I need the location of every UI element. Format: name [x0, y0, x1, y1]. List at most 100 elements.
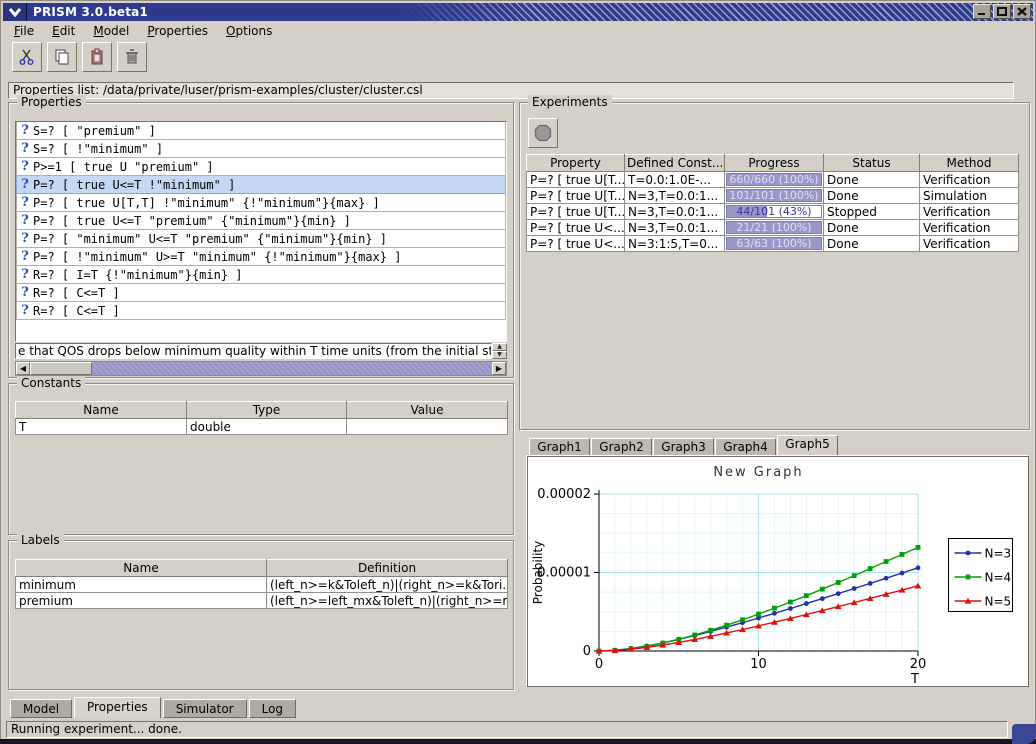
scroll-left-button[interactable]: ◀ — [16, 362, 30, 375]
experiments-header-status[interactable]: Status — [824, 155, 920, 172]
experiments-header-method[interactable]: Method — [920, 155, 1019, 172]
experiment-row[interactable]: P=? [ true U[T...N=3,T=0.0:1...101/101 (… — [527, 188, 1019, 204]
experiment-property: P=? [ true U<... — [527, 236, 625, 252]
cut-button[interactable] — [12, 42, 42, 72]
label-row[interactable]: premium(left_n>=left_mx&Toleft_n)|(right… — [16, 593, 508, 609]
main-tabs: ModelPropertiesSimulatorLog — [10, 697, 298, 718]
experiment-row[interactable]: P=? [ true U<...N=3:1:5,T=0...63/63 (100… — [527, 236, 1019, 252]
minimize-button[interactable] — [973, 4, 991, 19]
experiment-row[interactable]: P=? [ true U<...N=3,T=0.0:1...21/21 (100… — [527, 220, 1019, 236]
property-list-item[interactable]: ?S=? [ "premium" ] — [16, 122, 506, 140]
menu-file[interactable]: File — [6, 23, 42, 39]
experiments-header-property[interactable]: Property — [527, 155, 625, 172]
svg-text:N=5: N=5 — [985, 595, 1012, 609]
property-list-item[interactable]: ?P=? [ "minimum" U<=T "premium" {"minimu… — [16, 230, 506, 248]
properties-group-title: Properties — [17, 95, 86, 109]
experiment-progress: 21/21 (100%) — [725, 220, 824, 236]
tab-graph3[interactable]: Graph3 — [653, 438, 714, 456]
copy-icon — [53, 48, 71, 66]
question-icon: ? — [17, 195, 33, 210]
constant-row[interactable]: Tdouble — [16, 419, 508, 435]
property-text: P=? [ !"minimum" U>=T "minimum" {!"minim… — [33, 250, 401, 264]
scroll-right-button[interactable]: ▶ — [492, 362, 506, 375]
property-list-item[interactable]: ?P=? [ true U<=T "premium" {"minimum"}{m… — [16, 212, 506, 230]
property-text: P=? [ true U<=T "premium" {"minimum"}{mi… — [33, 214, 351, 228]
maximize-button[interactable] — [993, 4, 1011, 19]
progress-bar: 63/63 (100%) — [726, 237, 822, 250]
svg-text:N=3: N=3 — [985, 547, 1012, 561]
scrollbar-track[interactable] — [92, 362, 492, 375]
labels-group-title: Labels — [17, 533, 64, 547]
toolbar — [12, 42, 147, 74]
labels-group: Labels NameDefinitionminimum(left_n>=k&T… — [8, 540, 514, 690]
experiment-status: Done — [824, 188, 920, 204]
column-header-definition[interactable]: Definition — [267, 560, 508, 577]
graph-tabs: Graph1Graph2Graph3Graph4Graph5 — [529, 435, 839, 456]
stop-experiment-button[interactable] — [528, 118, 558, 148]
copy-button[interactable] — [47, 42, 77, 72]
progress-bar: 44/101 (43%) — [726, 205, 822, 218]
scrollbar-thumb[interactable] — [30, 362, 92, 375]
title-bar[interactable]: PRISM 3.0.beta1 — [3, 3, 1033, 21]
paste-button[interactable] — [82, 42, 112, 72]
properties-list[interactable]: ?S=? [ "premium" ]?S=? [ !"minimum" ]?P>… — [15, 121, 507, 342]
scissors-icon — [18, 48, 36, 66]
experiment-row[interactable]: P=? [ true U[T...T=0.0:1.0E-...660/660 (… — [527, 172, 1019, 188]
question-icon: ? — [17, 123, 33, 138]
experiment-property: P=? [ true U[T... — [527, 204, 625, 220]
experiment-progress: 101/101 (100%) — [725, 188, 824, 204]
comment-horizontal-scrollbar[interactable]: ◀ ▶ — [15, 361, 507, 376]
close-button[interactable] — [1013, 4, 1031, 19]
tab-model[interactable]: Model — [10, 699, 72, 718]
question-icon: ? — [17, 267, 33, 282]
property-comment-field[interactable]: e that QOS drops below minimum quality w… — [15, 343, 492, 359]
menu-model[interactable]: Model — [85, 23, 137, 39]
constants-group-title: Constants — [17, 376, 85, 390]
tab-graph2[interactable]: Graph2 — [591, 438, 652, 456]
spinner-down-button[interactable]: ▼ — [492, 351, 507, 359]
window-menu-icon[interactable] — [3, 3, 27, 21]
experiment-progress: 660/660 (100%) — [725, 172, 824, 188]
tab-log[interactable]: Log — [249, 699, 296, 718]
column-header-name[interactable]: Name — [16, 560, 267, 577]
experiment-row[interactable]: P=? [ true U[T...N=3,T=0.0:1...44/101 (4… — [527, 204, 1019, 220]
menu-edit[interactable]: Edit — [44, 23, 83, 39]
experiments-header-progress[interactable]: Progress — [725, 155, 824, 172]
property-text: S=? [ "premium" ] — [33, 124, 156, 138]
label-row[interactable]: minimum(left_n>=k&Toleft_n)|(right_n>=k&… — [16, 577, 508, 593]
experiment-status: Done — [824, 236, 920, 252]
column-header-type[interactable]: Type — [187, 402, 347, 419]
property-list-item[interactable]: ?R=? [ I=T {!"minimum"}{min} ] — [16, 266, 506, 284]
window-bottom-frame — [0, 739, 1036, 744]
property-list-item[interactable]: ?R=? [ C<=T ] — [16, 302, 506, 320]
experiments-header-defined-const-[interactable]: Defined Const... — [625, 155, 725, 172]
svg-text:0: 0 — [583, 644, 591, 659]
experiments-table[interactable]: PropertyDefined Const...ProgressStatusMe… — [526, 154, 1019, 252]
experiment-property: P=? [ true U[T... — [527, 188, 625, 204]
property-list-item[interactable]: ?R=? [ C<=T ] — [16, 284, 506, 302]
tab-graph4[interactable]: Graph4 — [715, 438, 776, 456]
tab-graph5[interactable]: Graph5 — [777, 435, 838, 456]
tab-properties[interactable]: Properties — [74, 697, 161, 718]
tab-graph1[interactable]: Graph1 — [529, 438, 590, 456]
resize-grip[interactable] — [1012, 724, 1036, 744]
column-header-name[interactable]: Name — [16, 402, 187, 419]
menu-properties[interactable]: Properties — [139, 23, 216, 39]
property-list-item[interactable]: ?P=? [ true U<=T !"minimum" ] — [16, 176, 506, 194]
property-list-item[interactable]: ?P>=1 [ true U "premium" ] — [16, 158, 506, 176]
labels-table[interactable]: NameDefinitionminimum(left_n>=k&Toleft_n… — [15, 559, 508, 609]
stop-octagon-icon — [534, 124, 552, 142]
column-header-value[interactable]: Value — [347, 402, 508, 419]
delete-button[interactable] — [117, 42, 147, 72]
property-list-item[interactable]: ?P=? [ true U[T,T] !"minimum" {!"minimum… — [16, 194, 506, 212]
tab-simulator[interactable]: Simulator — [163, 699, 247, 718]
constants-table[interactable]: NameTypeValueTdouble — [15, 401, 508, 435]
status-bar: Running experiment... done. — [6, 721, 1008, 738]
property-list-item[interactable]: ?P=? [ !"minimum" U>=T "minimum" {!"mini… — [16, 248, 506, 266]
property-text: R=? [ I=T {!"minimum"}{min} ] — [33, 268, 243, 282]
property-list-item[interactable]: ?S=? [ !"minimum" ] — [16, 140, 506, 158]
menu-options[interactable]: Options — [218, 23, 280, 39]
experiment-constants: N=3,T=0.0:1... — [625, 220, 725, 236]
spinner-up-button[interactable]: ▲ — [492, 343, 507, 351]
svg-text:T: T — [910, 672, 919, 686]
